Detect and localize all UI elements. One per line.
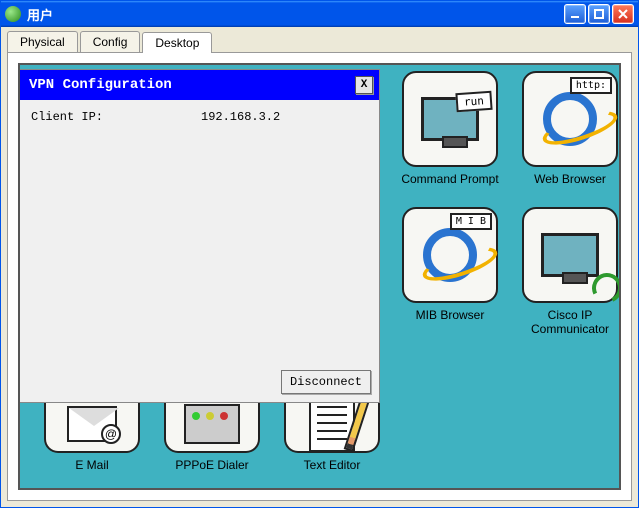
- app-label: Text Editor: [274, 459, 390, 473]
- at-icon: @: [101, 424, 121, 444]
- app-label: PPPoE Dialer: [154, 459, 270, 473]
- client-ip-label: Client IP:: [31, 110, 201, 124]
- vpn-client-ip-row: Client IP: 192.168.3.2: [31, 110, 367, 124]
- disconnect-button[interactable]: Disconnect: [281, 370, 371, 394]
- app-mib-browser[interactable]: M I B MIB Browser: [392, 207, 508, 323]
- client-ip-value: 192.168.3.2: [201, 110, 280, 124]
- app-web-browser[interactable]: http: Web Browser: [512, 71, 621, 187]
- envelope-icon: @: [67, 406, 117, 442]
- tab-content: run Command Prompt http: Web Browser M I…: [7, 52, 632, 501]
- app-cisco-ip-communicator[interactable]: Cisco IP Communicator: [512, 207, 621, 337]
- browser-ring-icon: [543, 92, 597, 146]
- app-pppoe-dialer[interactable]: PPPoE Dialer: [154, 397, 270, 473]
- tabs: Physical Config Desktop: [1, 27, 638, 52]
- cisco-ipc-icon: [522, 207, 618, 303]
- app-label: MIB Browser: [392, 309, 508, 323]
- app-icon: [5, 6, 21, 22]
- app-label: E Mail: [34, 459, 150, 473]
- maximize-button[interactable]: [588, 4, 610, 24]
- app-email[interactable]: @ E Mail: [34, 397, 150, 473]
- tab-desktop[interactable]: Desktop: [142, 32, 212, 53]
- email-icon: @: [44, 397, 140, 453]
- close-icon: [617, 8, 629, 20]
- command-prompt-icon: run: [402, 71, 498, 167]
- desktop-area: run Command Prompt http: Web Browser M I…: [18, 63, 621, 490]
- vpn-body: Client IP: 192.168.3.2 Disconnect: [19, 100, 379, 402]
- vpn-dialog: VPN Configuration X Client IP: 192.168.3…: [18, 69, 380, 403]
- app-command-prompt[interactable]: run Command Prompt: [392, 71, 508, 187]
- app-label: Command Prompt: [392, 173, 508, 187]
- app-label: Cisco IP Communicator: [512, 309, 621, 337]
- titlebar[interactable]: 用户: [1, 1, 638, 27]
- mib-browser-icon: M I B: [402, 207, 498, 303]
- app-text-editor[interactable]: Text Editor: [274, 397, 390, 473]
- minimize-icon: [569, 8, 581, 20]
- tab-config[interactable]: Config: [80, 31, 141, 52]
- app-label: Web Browser: [512, 173, 621, 187]
- web-browser-icon: http:: [522, 71, 618, 167]
- text-editor-icon: [284, 397, 380, 453]
- modem-icon: [184, 404, 240, 444]
- window-controls: [564, 4, 634, 24]
- browser-ring-icon: [423, 228, 477, 282]
- vpn-titlebar[interactable]: VPN Configuration X: [19, 70, 379, 100]
- run-badge: run: [456, 91, 493, 112]
- vpn-close-button[interactable]: X: [355, 76, 373, 94]
- monitor-icon: run: [421, 97, 479, 141]
- monitor-icon: [541, 233, 599, 277]
- window-close-button[interactable]: [612, 4, 634, 24]
- mib-badge: M I B: [450, 213, 492, 230]
- document-icon: [309, 396, 355, 452]
- tab-physical[interactable]: Physical: [7, 31, 78, 52]
- pppoe-icon: [164, 397, 260, 453]
- maximize-icon: [593, 8, 605, 20]
- app-window: 用户 Physical Config Desktop run: [0, 0, 639, 508]
- http-badge: http:: [570, 77, 612, 94]
- minimize-button[interactable]: [564, 4, 586, 24]
- vpn-title-text: VPN Configuration: [29, 77, 355, 93]
- window-title: 用户: [27, 5, 564, 24]
